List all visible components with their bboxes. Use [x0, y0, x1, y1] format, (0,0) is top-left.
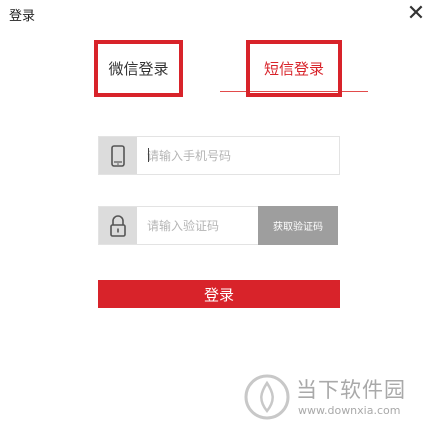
window-title: 登录: [9, 9, 36, 24]
close-icon[interactable]: ✕: [403, 1, 429, 27]
watermark-url: www.downxia.com: [298, 404, 401, 417]
title-bar: 登录 ✕: [0, 0, 434, 30]
code-input[interactable]: [137, 207, 255, 244]
watermark: 当下软件园 www.downxia.com: [244, 372, 424, 426]
downxia-logo-icon: [244, 374, 290, 420]
phone-field[interactable]: [98, 136, 340, 175]
mobile-phone-icon: [99, 137, 137, 174]
watermark-name: 当下软件园: [296, 378, 406, 402]
lock-icon: [99, 207, 137, 244]
tab-wechat-login[interactable]: 微信登录: [94, 40, 183, 97]
phone-input[interactable]: [137, 137, 339, 174]
tab-wechat-label: 微信登录: [108, 60, 169, 78]
text-cursor: [148, 148, 149, 162]
get-code-button[interactable]: 获取验证码: [258, 206, 338, 245]
login-button[interactable]: 登录: [98, 280, 340, 308]
tab-sms-label: 短信登录: [263, 60, 324, 78]
tab-sms-login[interactable]: 短信登录: [246, 40, 342, 97]
